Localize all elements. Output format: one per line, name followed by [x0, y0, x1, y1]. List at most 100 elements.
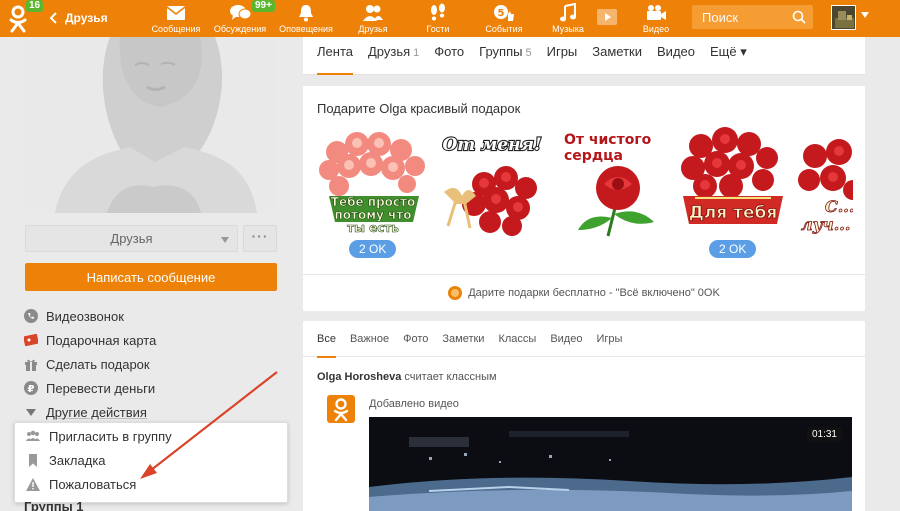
gift-price-badge[interactable]: 2 OK: [349, 240, 397, 258]
search-box[interactable]: [692, 5, 813, 29]
people-icon: [363, 5, 383, 21]
gift-pink-roses-image: Тебе просто потому что ты есть: [319, 132, 425, 235]
video-player[interactable]: 01:31: [369, 417, 852, 511]
bookmark-icon: [29, 453, 37, 467]
other-actions-dropdown: Пригласить в группу Закладка Пожаловатьс…: [14, 422, 288, 503]
tab-photos[interactable]: Фото: [434, 37, 464, 75]
warning-icon: [26, 477, 40, 491]
gift-item[interactable]: От чистого сердца: [558, 126, 674, 246]
video-camera-icon: [647, 5, 666, 20]
events-icon: 5: [494, 5, 514, 21]
feed-tab-all[interactable]: Все: [317, 321, 336, 358]
play-icon[interactable]: [597, 8, 617, 26]
tab-count: 5: [525, 47, 532, 59]
post-author-link[interactable]: Olga Horosheva: [317, 371, 401, 383]
post-header: Olga Horosheva считает классным: [317, 371, 497, 383]
nav-notifications[interactable]: Оповещения: [274, 0, 338, 37]
nav-label: Обсуждения: [213, 24, 267, 34]
feed-tab-notes[interactable]: Заметки: [442, 321, 484, 357]
make-gift-action[interactable]: Сделать подарок: [24, 352, 284, 376]
groups-section-title[interactable]: Группы 1: [24, 499, 84, 511]
invite-to-group-item[interactable]: Пригласить в группу: [15, 424, 287, 448]
profile-tabs: Лента Друзья 1 Фото Группы 5 Игры Заметки …: [303, 37, 865, 75]
nav-label: Оповещения: [279, 24, 333, 34]
gifts-free-promo[interactable]: Дарите подарки бесплатно - "Всё включено…: [303, 274, 865, 311]
nav-video[interactable]: Видео: [624, 0, 688, 37]
transfer-money-action[interactable]: ₽ Перевести деньги: [24, 376, 284, 400]
tab-label: Видео: [657, 44, 695, 59]
search-icon[interactable]: [792, 10, 806, 24]
more-options-button[interactable]: ···: [243, 225, 277, 252]
feed-tab-important[interactable]: Важное: [350, 321, 389, 357]
gift-price-badge[interactable]: 2 OK: [709, 240, 757, 258]
tab-notes[interactable]: Заметки: [592, 37, 642, 75]
gift-item[interactable]: Для тебя: [675, 126, 791, 246]
profile-photo-placeholder[interactable]: [25, 37, 277, 213]
action-label: Сделать подарок: [46, 356, 150, 372]
feed-tab-games[interactable]: Игры: [596, 321, 622, 357]
video-call-action[interactable]: Видеозвонок: [24, 304, 284, 328]
tab-label: Игры: [546, 44, 578, 59]
post-added-label: Добавлено видео: [369, 398, 459, 410]
top-navigation-bar: 16 Друзья Сообщения 99+ Обсуждения Опове…: [0, 0, 900, 37]
nav-discussions[interactable]: 99+ Обсуждения: [208, 0, 275, 37]
feed-tab-video[interactable]: Видео: [550, 321, 582, 357]
nav-friends[interactable]: Друзья: [341, 0, 405, 37]
gifts-card: Подарите Olga красивый подарок Тебе прос…: [303, 86, 865, 311]
tab-groups[interactable]: Группы 5: [479, 37, 531, 75]
dropdown-item-label: Закладка: [49, 452, 106, 468]
nav-events[interactable]: 5 События: [472, 0, 536, 37]
tab-label: Фото: [434, 44, 465, 59]
tab-friends[interactable]: Друзья 1: [368, 37, 419, 75]
feed-tab-photo[interactable]: Фото: [403, 321, 428, 357]
nav-label: Друзья: [358, 24, 388, 34]
tab-count: 1: [413, 47, 420, 59]
search-input[interactable]: [692, 5, 792, 29]
bookmark-item[interactable]: Закладка: [15, 448, 287, 472]
tab-more[interactable]: Ещё ▾: [710, 37, 747, 75]
other-actions-toggle[interactable]: Другие действия: [24, 400, 284, 424]
triangle-down-icon: [26, 409, 36, 416]
gift-icon: [25, 359, 37, 371]
gift-item[interactable]: От меня!: [434, 126, 550, 246]
feed-card: Все Важное Фото Заметки Классы Видео Игр…: [303, 321, 865, 511]
friends-status-button[interactable]: Друзья: [25, 225, 238, 252]
nav-music[interactable]: Музыка: [536, 0, 600, 37]
odnoklassniki-logo-icon: [333, 398, 349, 422]
tab-video[interactable]: Видео: [657, 37, 695, 75]
profile-tabs-card: Лента Друзья 1 Фото Группы 5 Игры Заметки …: [303, 37, 865, 75]
user-avatar[interactable]: [831, 5, 856, 30]
action-label: Другие действия: [46, 404, 147, 420]
caret-down-icon: [221, 237, 229, 243]
footprints-icon: [431, 3, 445, 21]
phone-icon: [24, 309, 38, 323]
envelope-icon: [166, 6, 186, 20]
video-duration: 01:31: [806, 427, 842, 442]
report-item[interactable]: Пожаловаться: [15, 472, 287, 496]
back-to-friends-link[interactable]: Друзья: [50, 8, 108, 28]
action-label: Видеозвонок: [46, 308, 124, 324]
nav-label: События: [485, 24, 523, 34]
nav-label: Музыка: [552, 24, 584, 34]
gift-card-action[interactable]: Подарочная карта: [24, 328, 284, 352]
tab-label: Ещё ▾: [710, 44, 747, 59]
caret-down-icon[interactable]: [861, 12, 869, 18]
coin-icon: [448, 286, 463, 300]
nav-label: Сообщения: [151, 24, 201, 34]
write-message-button[interactable]: Написать сообщение: [25, 263, 277, 291]
gift-partial-roses-image: С... луч...: [798, 139, 853, 234]
gift-item[interactable]: Тебе просто потому что ты есть: [315, 126, 431, 246]
gifts-title: Подарите Olga красивый подарок: [317, 101, 521, 116]
tab-games[interactable]: Игры: [547, 37, 578, 75]
nav-messages[interactable]: Сообщения: [144, 0, 208, 37]
post-source-logo[interactable]: [327, 395, 355, 423]
dropdown-item-label: Пригласить в группу: [49, 428, 172, 444]
feed-tab-likes[interactable]: Классы: [498, 321, 536, 357]
tab-feed[interactable]: Лента: [317, 37, 353, 75]
nav-guests[interactable]: Гости: [406, 0, 470, 37]
notifications-count-badge: 16: [26, 0, 44, 12]
post-action-text: считает классным: [404, 371, 497, 383]
gift-single-rose-image: От чистого сердца: [564, 132, 654, 237]
gift-item[interactable]: С... луч...: [795, 126, 853, 246]
chevron-left-icon: [50, 12, 57, 24]
